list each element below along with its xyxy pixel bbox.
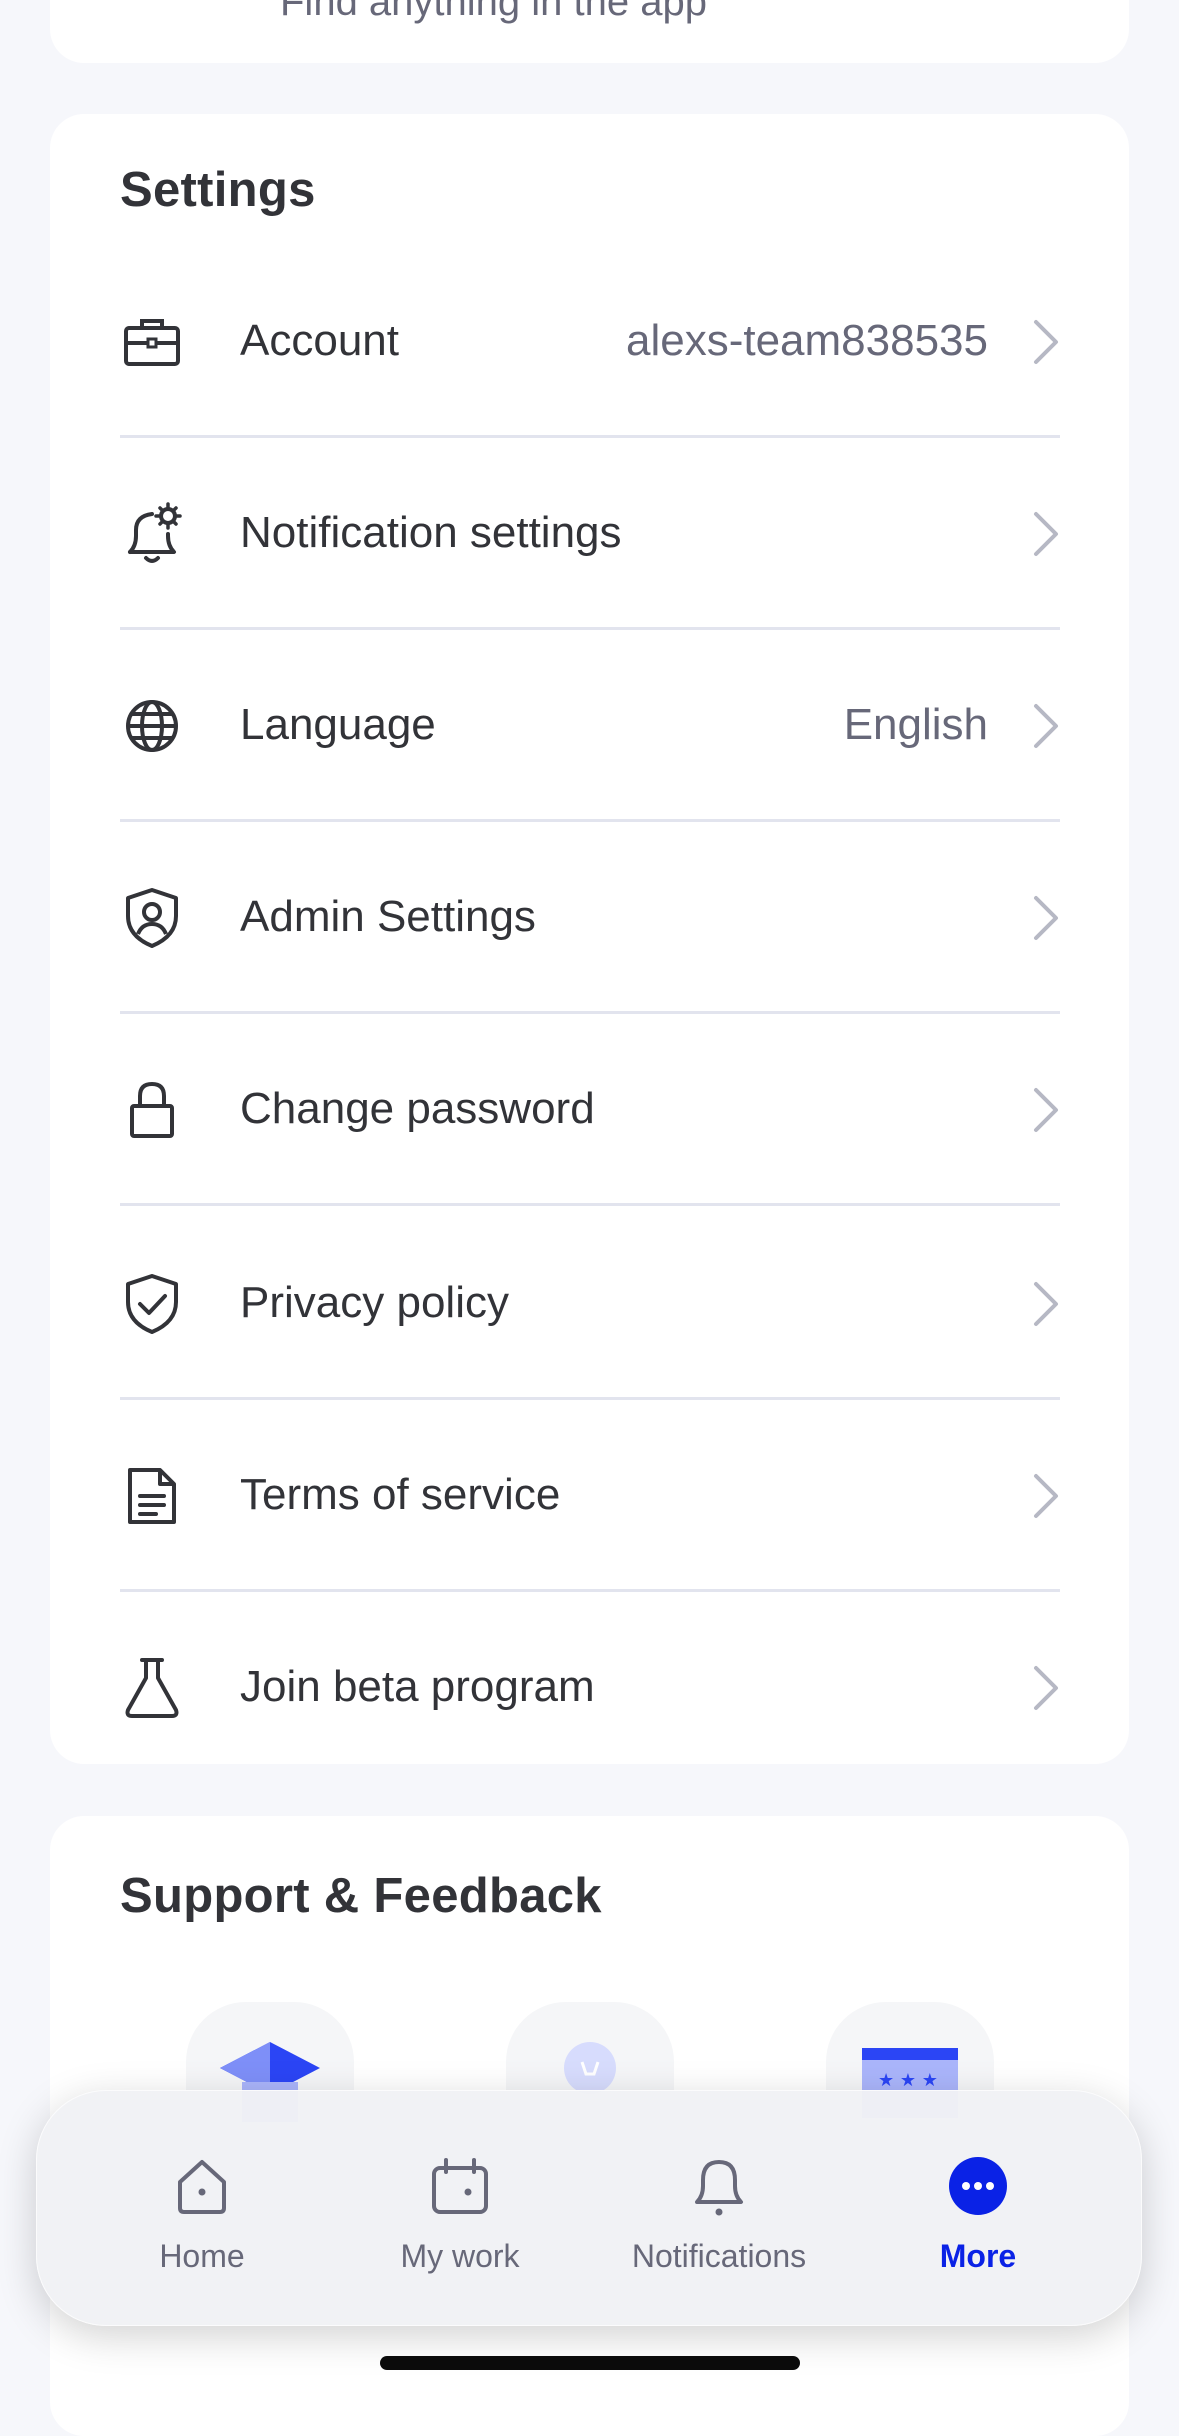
- tab-notifications[interactable]: Notifications: [589, 2090, 849, 2326]
- settings-item-account[interactable]: Account alexs-team838535: [120, 246, 1060, 438]
- settings-item-label: Privacy policy: [240, 1278, 509, 1327]
- shield-check-icon: [126, 1274, 178, 1334]
- settings-item-value: alexs-team838535: [625, 316, 988, 365]
- more-icon: [949, 2157, 1007, 2215]
- shield-user-icon: [126, 888, 178, 948]
- settings-title: Settings: [120, 163, 316, 217]
- tab-label: More: [939, 2238, 1017, 2274]
- home-indicator[interactable]: [380, 2356, 800, 2370]
- settings-item-admin-settings[interactable]: Admin Settings: [120, 822, 1060, 1014]
- document-icon: [128, 1468, 176, 1524]
- settings-item-label: Join beta program: [240, 1662, 595, 1711]
- chevron-right-icon: [1034, 1088, 1058, 1132]
- settings-item-terms-of-service[interactable]: Terms of service: [120, 1400, 1060, 1592]
- settings-item-label: Terms of service: [240, 1470, 561, 1519]
- support-title: Support & Feedback: [120, 1869, 602, 1923]
- chevron-right-icon: [1034, 512, 1058, 556]
- settings-item-notification-settings[interactable]: Notification settings: [120, 438, 1060, 630]
- search-card[interactable]: Find anything in the app: [50, 0, 1129, 63]
- settings-item-label: Language: [240, 700, 436, 749]
- settings-item-label: Notification settings: [240, 508, 622, 557]
- svg-text:★ ★ ★: ★ ★ ★: [878, 2070, 938, 2091]
- calendar-icon: [432, 2158, 488, 2214]
- tab-label: My work: [400, 2238, 520, 2274]
- settings-item-join-beta-program[interactable]: Join beta program: [120, 1592, 1060, 1784]
- settings-item-value: English: [843, 700, 988, 749]
- tab-more[interactable]: More: [848, 2090, 1108, 2326]
- chevron-right-icon: [1034, 1282, 1058, 1326]
- chevron-right-icon: [1034, 320, 1058, 364]
- settings-item-change-password[interactable]: Change password: [120, 1014, 1060, 1206]
- settings-item-label: Account: [240, 316, 399, 365]
- settings-item-privacy-policy[interactable]: Privacy policy: [120, 1208, 1060, 1400]
- bottom-tab-bar: Home My work Notifications More: [36, 2090, 1142, 2326]
- tab-my-work[interactable]: My work: [330, 2090, 590, 2326]
- settings-item-label: Admin Settings: [240, 892, 536, 941]
- tab-home[interactable]: Home: [72, 2090, 332, 2326]
- divider: [120, 1203, 1060, 1206]
- settings-item-label: Change password: [240, 1084, 595, 1133]
- settings-card: Settings Account alexs-team838535 Notifi…: [50, 114, 1129, 1764]
- home-icon: [178, 2160, 226, 2214]
- settings-item-language[interactable]: Language English: [120, 630, 1060, 822]
- lock-icon: [130, 1081, 174, 1138]
- tab-label: Notifications: [631, 2238, 807, 2274]
- chevron-right-icon: [1034, 704, 1058, 748]
- search-input[interactable]: Find anything in the app: [280, 0, 707, 25]
- chevron-right-icon: [1034, 1474, 1058, 1518]
- bell-icon: [695, 2160, 743, 2216]
- briefcase-icon: [124, 319, 180, 366]
- flask-icon: [125, 1658, 179, 1718]
- tab-label: Home: [159, 2238, 245, 2274]
- chevron-right-icon: [1034, 896, 1058, 940]
- bell-gear-icon: [128, 502, 182, 563]
- back-arrow-icon[interactable]: [200, 0, 240, 8]
- chevron-right-icon: [1034, 1666, 1058, 1710]
- globe-icon: [126, 700, 178, 752]
